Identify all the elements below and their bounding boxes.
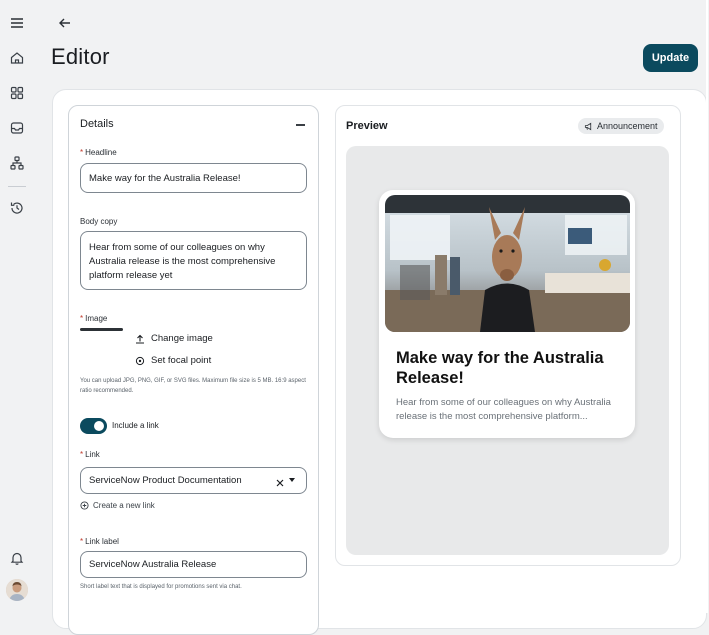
link-label: * Link [80, 450, 100, 459]
details-title: Details [80, 118, 114, 130]
badge-label: Announcement [597, 121, 658, 131]
image-thumbnail [80, 328, 123, 331]
include-link-toggle[interactable] [80, 418, 107, 434]
change-image-label: Change image [151, 333, 213, 344]
megaphone-icon [584, 122, 592, 130]
promo-body: Hear from some of our colleagues on why … [396, 397, 611, 422]
dashboard-icon[interactable] [9, 85, 25, 101]
history-icon[interactable] [9, 200, 25, 216]
create-new-link-label: Create a new link [93, 501, 155, 510]
collapse-icon[interactable] [296, 124, 305, 126]
headline-input[interactable]: Make way for the Australia Release! [80, 163, 307, 193]
body-copy-label: Body copy [80, 217, 118, 226]
include-link-label: Include a link [112, 421, 159, 430]
inbox-icon[interactable] [9, 120, 25, 136]
create-new-link-button[interactable]: Create a new link [80, 501, 155, 510]
edge-divider [706, 0, 708, 613]
clear-icon[interactable] [275, 475, 285, 487]
update-button[interactable]: Update [643, 44, 698, 72]
add-circle-icon [80, 501, 89, 510]
menu-icon[interactable] [9, 15, 25, 31]
image-label: * Image [80, 314, 108, 323]
org-chart-icon[interactable] [9, 155, 25, 171]
headline-label: * Headline [80, 148, 117, 157]
link-label-field-label: * Link label [80, 537, 119, 546]
promo-image [385, 195, 630, 332]
image-hint: You can upload JPG, PNG, GIF, or SVG fil… [80, 378, 306, 394]
set-focal-point-label: Set focal point [151, 355, 212, 366]
bell-icon[interactable] [9, 550, 25, 566]
nav-divider [8, 186, 26, 187]
focal-point-icon [135, 356, 145, 365]
announcement-badge: Announcement [578, 118, 664, 134]
link-select-value: ServiceNow Product Documentation [89, 475, 242, 486]
avatar[interactable] [6, 579, 28, 601]
toggle-knob [94, 421, 104, 431]
link-label-hint: Short label text that is displayed for p… [80, 584, 242, 590]
home-icon[interactable] [9, 50, 25, 66]
preview-title: Preview [346, 120, 388, 132]
promo-headline: Make way for the Australia Release! [396, 349, 604, 387]
left-nav-rail [0, 0, 34, 613]
link-select[interactable]: ServiceNow Product Documentation [80, 467, 307, 494]
upload-icon [136, 334, 144, 344]
back-arrow-icon[interactable] [56, 14, 74, 32]
set-focal-point-button[interactable]: Set focal point [135, 355, 211, 366]
change-image-button[interactable]: Change image [135, 333, 213, 344]
page-title: Editor [51, 44, 110, 69]
chevron-down-icon[interactable] [289, 478, 295, 482]
link-label-input[interactable]: ServiceNow Australia Release [80, 551, 307, 578]
body-copy-textarea[interactable]: Hear from some of our colleagues on why … [80, 231, 307, 290]
